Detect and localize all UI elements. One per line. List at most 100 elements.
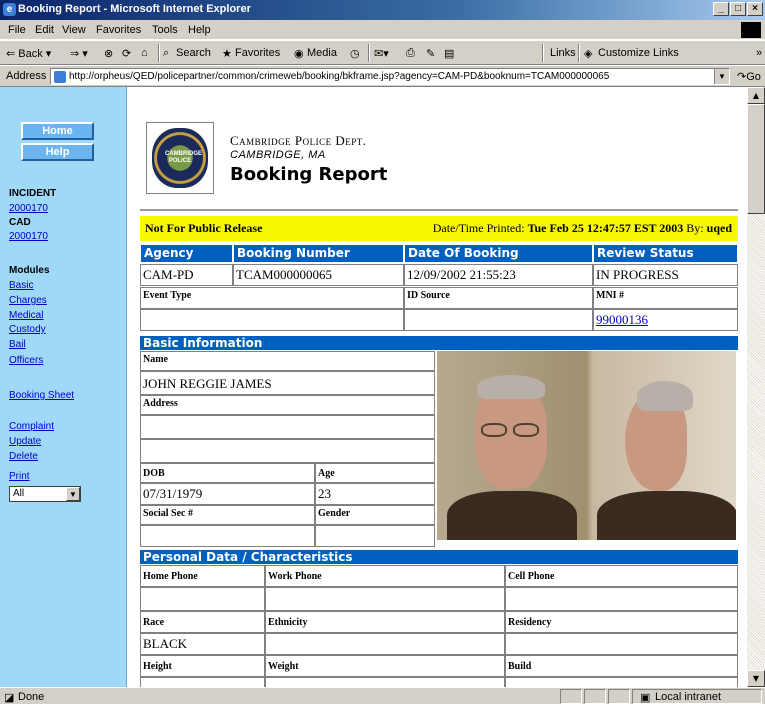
home-icon[interactable]: ⌂: [141, 47, 148, 59]
vertical-scrollbar[interactable]: ▲ ▼: [747, 87, 765, 687]
id-source-value: [404, 309, 593, 331]
module-officers[interactable]: Officers: [9, 355, 43, 366]
scroll-down-icon[interactable]: ▼: [747, 670, 765, 687]
toolbar-chevron[interactable]: »: [756, 47, 762, 59]
event-type-label: Event Type: [140, 287, 404, 309]
module-charges[interactable]: Charges: [9, 295, 47, 306]
window-titlebar: e Booking Report - Microsoft Internet Ex…: [0, 0, 765, 20]
menu-view[interactable]: View: [62, 24, 86, 36]
cell-phone-value: [505, 587, 738, 611]
stop-icon[interactable]: ⊗: [104, 47, 113, 60]
print-link[interactable]: Print: [9, 471, 30, 482]
weight-value: [265, 677, 505, 687]
incident-link[interactable]: 2000170: [9, 203, 48, 214]
toolbar: ⇐ Back ▾ ⇒ ▾ ⊗ ⟳ ⌂ ⌕ Search ★ Favorites …: [0, 40, 765, 65]
menu-help[interactable]: Help: [188, 24, 211, 36]
favorites-icon: ★: [222, 48, 232, 60]
module-bail[interactable]: Bail: [9, 339, 26, 350]
police-seal: CAMBRIDGE POLICE: [152, 128, 208, 188]
done-icon: ◪: [4, 692, 15, 704]
address-line-1: [140, 415, 435, 439]
height-value: [140, 677, 265, 687]
delete-link[interactable]: Delete: [9, 451, 38, 462]
divider: [140, 209, 738, 211]
dept-city: CAMBRIDGE, MA: [230, 149, 326, 161]
go-arrow-icon: ↷: [737, 71, 747, 83]
printed-label: Date/Time Printed:: [432, 221, 525, 235]
report-content: CAMBRIDGE POLICE Cambridge Police Dept. …: [127, 87, 747, 687]
name-label: Name: [140, 351, 435, 371]
print-select-dropdown-icon[interactable]: ▼: [66, 487, 80, 501]
maximize-button[interactable]: □: [730, 2, 746, 16]
build-label: Build: [505, 655, 738, 677]
address-input[interactable]: http://orpheus/QED/policepartner/common/…: [50, 68, 730, 85]
gender-value: [315, 525, 435, 547]
favorites-button[interactable]: Favorites: [235, 47, 280, 59]
residency-value: [505, 633, 738, 655]
height-label: Height: [140, 655, 265, 677]
module-basic[interactable]: Basic: [9, 280, 33, 291]
menu-file[interactable]: File: [8, 24, 26, 36]
forward-button[interactable]: ⇒ ▾: [70, 47, 88, 60]
go-button[interactable]: ↷Go: [737, 70, 761, 83]
home-button[interactable]: Home: [21, 122, 94, 140]
customize-links[interactable]: Customize Links: [598, 47, 679, 59]
booking-sheet-link[interactable]: Booking Sheet: [9, 390, 74, 401]
col-booking-number: Booking Number: [233, 244, 404, 263]
module-medical[interactable]: Medical: [9, 310, 43, 321]
ie-icon: e: [3, 3, 16, 16]
weight-label: Weight: [265, 655, 505, 677]
build-value: [505, 677, 738, 687]
cad-link[interactable]: 2000170: [9, 231, 48, 242]
ssn-label: Social Sec #: [140, 505, 315, 525]
address-label: Address: [6, 70, 47, 82]
back-button[interactable]: ⇐ Back ▾: [6, 47, 51, 60]
dept-name: Cambridge Police Dept.: [230, 133, 367, 148]
links-label[interactable]: Links: [550, 47, 576, 59]
ssn-value: [140, 525, 315, 547]
print-select[interactable]: All ▼: [9, 486, 81, 502]
mni-value-cell: 99000136: [593, 309, 738, 331]
history-icon[interactable]: ◷: [350, 47, 360, 60]
sidebar: Home Help INCIDENT 2000170 CAD 2000170 M…: [0, 87, 127, 687]
printed-by: uqed: [706, 221, 732, 235]
residency-label: Residency: [505, 611, 738, 633]
cell-phone-label: Cell Phone: [505, 565, 738, 587]
update-link[interactable]: Update: [9, 436, 41, 447]
incident-heading: INCIDENT: [9, 188, 57, 199]
home-phone-label: Home Phone: [140, 565, 265, 587]
address-field-label: Address: [140, 395, 435, 415]
discuss-icon[interactable]: ▤: [444, 47, 454, 60]
edit-icon[interactable]: ✎: [426, 47, 435, 60]
age-value: 23: [315, 483, 435, 505]
print-select-value: All: [13, 488, 25, 499]
media-button[interactable]: Media: [307, 47, 337, 59]
review-status-value: IN PROGRESS: [593, 264, 738, 286]
address-line-2: [140, 439, 435, 463]
basic-information-header: Basic Information: [140, 336, 738, 350]
col-agency: Agency: [140, 244, 233, 263]
refresh-icon[interactable]: ⟳: [122, 47, 131, 60]
ethnicity-label: Ethnicity: [265, 611, 505, 633]
seal-text: CAMBRIDGE POLICE: [165, 151, 202, 164]
minimize-button[interactable]: _: [713, 2, 729, 16]
menu-favorites[interactable]: Favorites: [96, 24, 141, 36]
menu-edit[interactable]: Edit: [35, 24, 54, 36]
booking-photo: [437, 351, 736, 540]
address-bar: Address http://orpheus/QED/policepartner…: [0, 65, 765, 87]
scroll-up-icon[interactable]: ▲: [747, 87, 765, 104]
module-custody[interactable]: Custody: [9, 324, 46, 335]
mail-icon[interactable]: ✉▾: [374, 47, 389, 60]
col-date-of-booking: Date Of Booking: [404, 244, 593, 263]
print-icon[interactable]: ⎙: [406, 47, 415, 60]
zone-text: Local intranet: [655, 691, 722, 703]
complaint-link[interactable]: Complaint: [9, 421, 54, 432]
close-button[interactable]: ×: [747, 2, 763, 16]
help-button[interactable]: Help: [21, 143, 94, 161]
agency-value: CAM-PD: [140, 264, 233, 286]
address-dropdown-icon[interactable]: ▼: [714, 69, 729, 84]
mni-link[interactable]: 99000136: [596, 312, 648, 327]
scroll-thumb[interactable]: [747, 104, 765, 214]
menu-tools[interactable]: Tools: [152, 24, 178, 36]
search-button[interactable]: Search: [176, 47, 211, 59]
